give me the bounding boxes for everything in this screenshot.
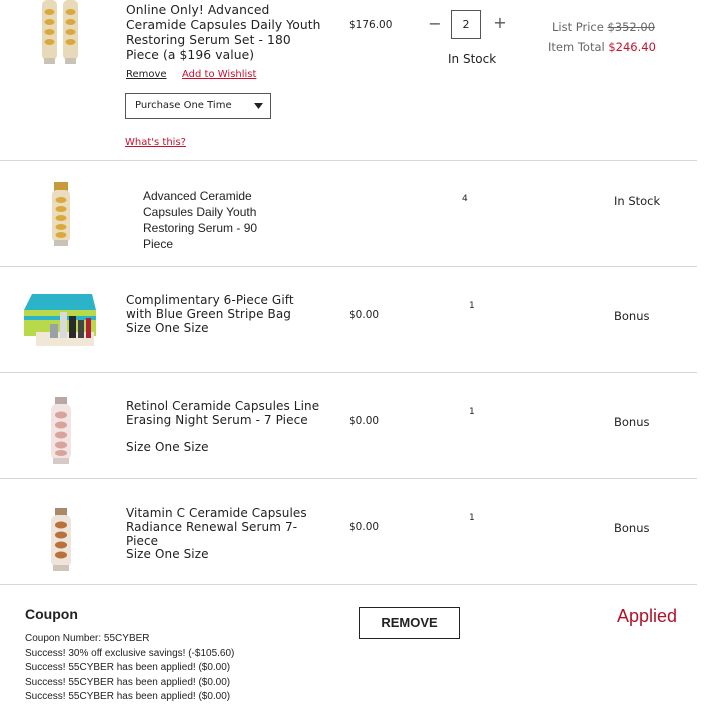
item-total-value: $246.40 [608,40,656,54]
whats-this-link[interactable]: What's this? [125,137,186,148]
caret-down-icon [254,103,263,109]
divider [0,372,697,373]
coupon-details: Coupon Number: 55CYBER Success! 30% off … [25,632,234,705]
product-image[interactable] [50,182,72,248]
status-label: Bonus [614,309,650,323]
status-label: Bonus [614,521,650,535]
product-size: Size One Size [126,547,209,561]
product-name[interactable]: Complimentary 6-Piece Gift with Blue Gre… [126,293,316,321]
quantity-value: 2 [462,18,470,31]
product-name[interactable]: Advanced Ceramide Capsules Daily Youth R… [143,188,268,252]
status-label: Bonus [614,415,650,429]
add-to-wishlist-link[interactable]: Add to Wishlist [182,69,256,80]
coupon-number: Coupon Number: 55CYBER [25,633,150,644]
stock-status: In Stock [614,194,661,208]
divider [0,266,697,267]
quantity-value: 1 [469,513,475,523]
unit-price: $0.00 [349,521,380,533]
remove-link[interactable]: Remove [126,69,167,80]
list-price: List Price $352.00 [552,20,655,34]
divider [0,160,697,161]
quantity-value: 4 [462,194,468,204]
plus-icon[interactable]: + [493,14,507,32]
quantity-value: 1 [469,301,475,311]
minus-icon[interactable]: − [428,15,442,33]
quantity-field[interactable]: 2 [451,10,481,39]
item-total-label: Item Total [548,40,605,54]
product-image[interactable] [40,0,82,68]
product-image[interactable] [49,508,73,572]
product-name[interactable]: Vitamin C Ceramide Capsules Radiance Ren… [126,506,321,548]
product-image[interactable] [49,397,73,465]
unit-price: $176.00 [349,19,393,31]
stock-status: In Stock [448,52,497,66]
product-size: Size One Size [126,321,209,335]
list-price-label: List Price [552,20,604,34]
product-name[interactable]: Retinol Ceramide Capsules Line Erasing N… [126,399,321,427]
unit-price: $0.00 [349,415,380,427]
coupon-message: Success! 55CYBER has been applied! ($0.0… [25,662,231,673]
coupon-message: Success! 55CYBER has been applied! ($0.0… [25,691,231,702]
purchase-option-select[interactable]: Purchase One Time [125,93,271,119]
item-total: Item Total $246.40 [548,40,656,54]
purchase-option-value: Purchase One Time [135,100,232,111]
coupon-status: Applied [617,606,678,626]
divider [0,478,697,479]
remove-coupon-button[interactable]: REMOVE [359,607,460,639]
divider [0,584,697,585]
product-image[interactable] [22,288,98,350]
quantity-value: 1 [469,407,475,417]
list-price-value: $352.00 [607,20,656,34]
coupon-message: Success! 55CYBER has been applied! ($0.0… [25,676,231,688]
product-size: Size One Size [126,440,209,454]
coupon-message: Success! 30% off exclusive savings! (-$1… [25,647,235,659]
unit-price: $0.00 [349,309,380,321]
coupon-title: Coupon [25,606,78,622]
product-name[interactable]: Online Only! Advanced Ceramide Capsules … [126,3,322,63]
